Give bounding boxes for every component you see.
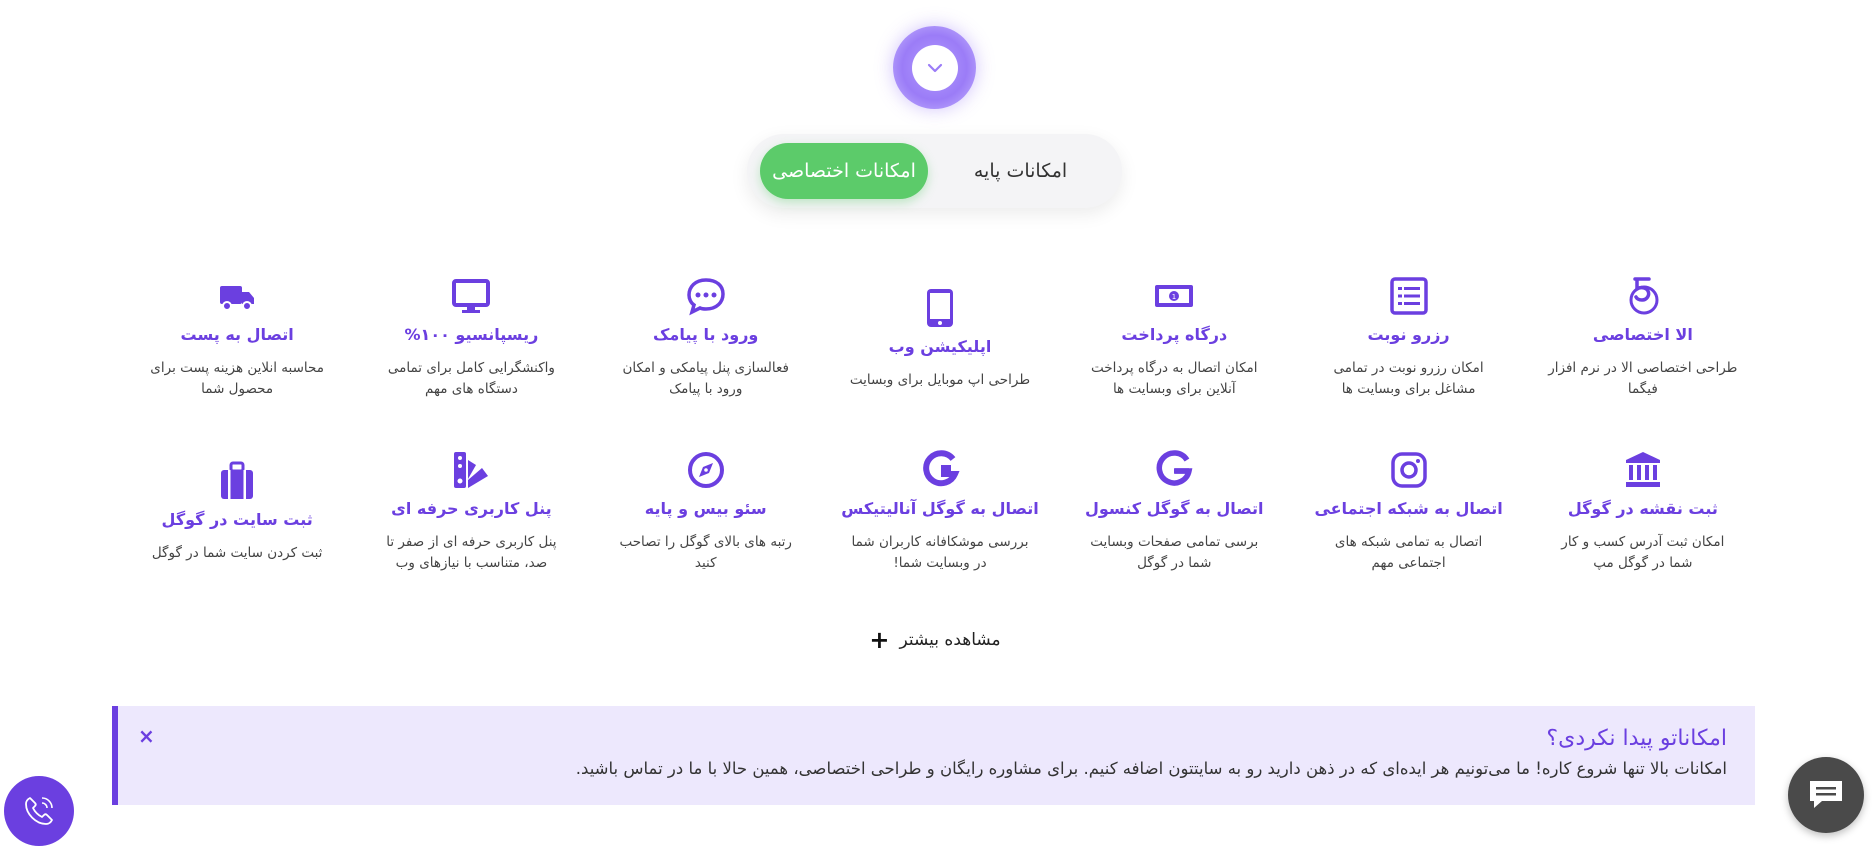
feature-title: ریسپانسیو ۱۰۰% — [404, 325, 539, 344]
suitcase-icon — [216, 460, 258, 502]
chevron-down-icon — [927, 63, 942, 72]
feature-title: درگاه پرداخت — [1121, 325, 1228, 344]
feature-item: الا اختصاصی طراحی اختصاصی الا در نرم افز… — [1526, 275, 1760, 405]
chat-button[interactable] — [1788, 757, 1864, 833]
feature-title: رزرو نوبت — [1367, 325, 1450, 344]
feature-item: پنل کاربری حرفه ای پنل کاربری حرفه ای از… — [354, 449, 588, 579]
google-icon — [1153, 449, 1195, 491]
feature-desc: واکنشگرایی کامل برای تمامی دستگاه های مه… — [387, 360, 555, 397]
feature-title: اپلیکیشن وب — [888, 337, 992, 356]
feature-desc: امکان رزرو نوبت در تمامی مشاغل برای وبسا… — [1333, 360, 1484, 397]
phone-icon — [25, 797, 53, 825]
tab-basic-features[interactable]: امکانات پایه — [928, 143, 1113, 199]
feature-desc: فعالسازی پنل پیامکی و امکان ورود با پیام… — [622, 360, 789, 397]
feature-title: اتصال به پست — [180, 325, 294, 344]
feature-title: اتصال به گوگل کنسول — [1085, 499, 1264, 518]
feature-item: ریسپانسیو ۱۰۰% واکنشگرایی کامل برای تمام… — [354, 275, 588, 405]
truck-icon — [216, 275, 258, 317]
scroll-down-inner — [911, 44, 958, 91]
feature-tabs: امکانات پایه امکانات اختصاصی — [747, 134, 1122, 208]
feature-title: ثبت نقشه در گوگل — [1567, 499, 1718, 518]
feature-title: ثبت سایت در گوگل — [161, 510, 313, 529]
svg-text:1: 1 — [1172, 293, 1176, 301]
plus-icon: + — [869, 626, 890, 654]
see-more-button[interactable]: مشاهده بیشتر + — [860, 628, 1010, 652]
feature-desc: طراحی اپ موبایل برای وبسایت — [849, 372, 1031, 388]
feature-item: اتصال به شبکه اجتماعی اتصال به تمامی شبک… — [1291, 449, 1525, 579]
list-icon — [1388, 275, 1430, 317]
feature-title: اتصال به گوگل آنالیتیکس — [841, 499, 1039, 518]
feature-title: اتصال به شبکه اجتماعی — [1314, 499, 1503, 518]
feature-item: اتصال به گوگل آنالیتیکس بررسی موشکافانه … — [823, 449, 1057, 579]
feature-item: ثبت سایت در گوگل ثبت کردن سایت شما در گو… — [120, 449, 354, 579]
feature-desc: پنل کاربری حرفه ای از صفر تا صد، متناسب … — [386, 534, 557, 571]
feature-desc: طراحی اختصاصی الا در نرم افزار فیگما — [1548, 360, 1738, 397]
feature-item: 1 درگاه پرداخت امکان اتصال به درگاه پردا… — [1057, 275, 1291, 405]
feature-title: پنل کاربری حرفه ای — [391, 499, 552, 518]
call-button[interactable] — [4, 776, 74, 846]
feature-item: رزرو نوبت امکان رزرو نوبت در تمامی مشاغل… — [1291, 275, 1525, 405]
money-icon: 1 — [1153, 275, 1195, 317]
google-analytics-icon — [919, 449, 961, 491]
tab-custom-features[interactable]: امکانات اختصاصی — [760, 143, 928, 199]
chat-icon — [1810, 781, 1842, 808]
compass-icon — [685, 449, 727, 491]
feature-item: ثبت نقشه در گوگل امکان ثبت آدرس کسب و کا… — [1526, 449, 1760, 579]
feature-desc: اتصال به تمامی شبکه های اجتماعی مهم — [1334, 534, 1483, 571]
see-more-label: مشاهده بیشتر — [899, 630, 1001, 650]
feature-desc: رتبه های بالای گوگل را تصاحب کنید — [619, 534, 792, 571]
feature-item: اپلیکیشن وب طراحی اپ موبایل برای وبسایت — [823, 275, 1057, 405]
feature-desc: امکان ثبت آدرس کسب و کار شما در گوگل مپ — [1561, 534, 1725, 571]
feature-item: سئو بیس و پایه رتبه های بالای گوگل را تص… — [589, 449, 823, 579]
feature-item: ورود با پیامک فعالسازی پنل پیامکی و امکا… — [589, 275, 823, 405]
scroll-down-button[interactable] — [893, 26, 976, 109]
feature-desc: برسی تمامی صفحات وبسایت شما در گوگل — [1090, 534, 1259, 571]
feature-desc: ثبت کردن سایت شما در گوگل — [151, 545, 323, 561]
monitor-icon — [450, 275, 492, 317]
feature-title: ورود با پیامک — [653, 325, 759, 344]
notice-title: امکاناتو پیدا نکردی؟ — [1546, 726, 1727, 751]
close-icon[interactable]: × — [138, 724, 155, 748]
feature-desc: بررسی موشکافانه کاربران شما در وبسایت شم… — [851, 534, 1029, 571]
feature-item: اتصال به پست محاسبه انلاین هزینه پست برا… — [120, 275, 354, 405]
tablet-icon — [919, 287, 961, 329]
feature-title: الا اختصاصی — [1592, 325, 1693, 344]
five-badge-icon — [1622, 275, 1664, 317]
bank-icon — [1622, 449, 1664, 491]
notice-box: امکاناتو پیدا نکردی؟ امکانات بالا تنها ش… — [112, 706, 1755, 805]
notice-body: امکانات بالا تنها شروع کاره! ما می‌تونیم… — [575, 759, 1727, 778]
feature-desc: امکان اتصال به درگاه پرداخت آنلاین برای … — [1091, 360, 1258, 397]
feature-item: اتصال به گوگل کنسول برسی تمامی صفحات وبس… — [1057, 449, 1291, 579]
features-grid: اتصال به پست محاسبه انلاین هزینه پست برا… — [120, 275, 1760, 579]
chat-bubble-icon — [685, 275, 727, 317]
instagram-icon — [1388, 449, 1430, 491]
palette-icon — [450, 449, 492, 491]
feature-desc: محاسبه انلاین هزینه پست برای محصول شما — [150, 360, 324, 397]
feature-title: سئو بیس و پایه — [644, 499, 767, 518]
